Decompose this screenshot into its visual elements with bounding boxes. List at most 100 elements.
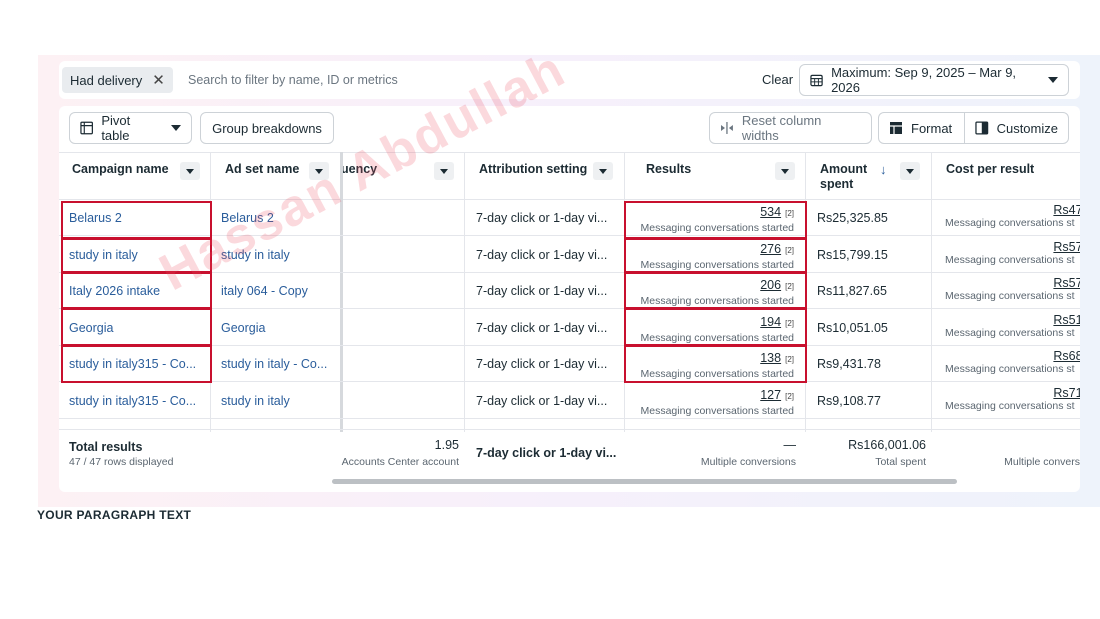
adset-name-link[interactable]: Belarus 2 bbox=[211, 200, 339, 236]
campaign-name-link[interactable]: study in italy315 - Co... bbox=[59, 383, 209, 419]
search-input[interactable] bbox=[188, 69, 608, 91]
cost-per-result-value[interactable]: Rs57.4 bbox=[945, 276, 1080, 290]
highlight-box bbox=[624, 308, 807, 346]
chevron-down-icon bbox=[171, 125, 181, 131]
column-header-results[interactable]: Results bbox=[636, 153, 796, 201]
results-footnote: [2] bbox=[785, 391, 794, 401]
amount-spent: Rs15,799.15 bbox=[817, 247, 888, 262]
format-button[interactable]: Format bbox=[878, 112, 965, 144]
column-header-frequency[interactable]: uency bbox=[331, 153, 461, 201]
adset-name-link[interactable]: study in italy - Co... bbox=[211, 346, 339, 382]
pivot-table-label: Pivot table bbox=[101, 113, 131, 143]
table-row[interactable]: Italy 2026 intake italy 064 - Copy 7-day c… bbox=[59, 273, 1080, 309]
customize-label: Customize bbox=[996, 120, 1058, 136]
highlight-box bbox=[61, 201, 212, 239]
chevron-down-icon[interactable] bbox=[900, 162, 920, 180]
table-row[interactable]: Belarus 2 Belarus 2 7-day click or 1-day v… bbox=[59, 200, 1080, 236]
adset-name-link[interactable]: italy 064 - Copy bbox=[211, 273, 339, 309]
chevron-down-icon[interactable] bbox=[309, 162, 329, 180]
column-header-label: Cost per result bbox=[946, 162, 1035, 176]
column-header-campaign[interactable]: Campaign name bbox=[62, 153, 210, 201]
highlight-box bbox=[624, 201, 807, 239]
column-header-adset[interactable]: Ad set name bbox=[215, 153, 335, 201]
customize-button[interactable]: Customize bbox=[964, 112, 1069, 144]
amount-spent: Rs11,827.65 bbox=[817, 284, 887, 298]
highlight-box bbox=[624, 345, 807, 383]
column-header-label: Campaign name bbox=[72, 162, 169, 176]
report-table-card: Pivot table Group breakdowns Reset colum… bbox=[59, 106, 1080, 492]
total-frequency-sub: Accounts Center account bbox=[341, 456, 459, 468]
cost-per-result-cell: Rs71.7Messaging conversations st bbox=[945, 386, 1080, 412]
attribution-setting: 7-day click or 1-day vi... bbox=[476, 211, 608, 225]
chevron-down-icon[interactable] bbox=[180, 162, 200, 180]
filter-bar: Had delivery ✕ Clear Maximum: Sep 9, 202… bbox=[59, 61, 1080, 99]
column-header-cost-per-result[interactable]: Cost per result bbox=[936, 153, 1080, 201]
chevron-down-icon bbox=[1048, 77, 1058, 83]
calendar-icon bbox=[810, 74, 823, 87]
chevron-down-icon[interactable] bbox=[593, 162, 613, 180]
close-icon[interactable]: ✕ bbox=[152, 71, 165, 89]
adset-name-link[interactable]: study in italy bbox=[211, 383, 339, 419]
pivot-table-button[interactable]: Pivot table bbox=[69, 112, 192, 144]
table-header: Campaign name Ad set name uency Attribut… bbox=[59, 152, 1080, 200]
total-cpr-sub: Multiple convers bbox=[1004, 456, 1080, 468]
table-row[interactable]: study in italy study in italy 7-day click … bbox=[59, 237, 1080, 273]
amount-spent: Rs9,108.77 bbox=[817, 393, 881, 408]
sort-descending-icon[interactable]: ↓ bbox=[880, 162, 887, 177]
cost-per-result-cell: Rs57.2Messaging conversations st bbox=[945, 240, 1080, 266]
total-amount-spent: Rs166,001.06 bbox=[848, 438, 926, 452]
horizontal-scrollbar[interactable] bbox=[332, 479, 957, 484]
date-range-picker[interactable]: Maximum: Sep 9, 2025 – Mar 9, 2026 bbox=[799, 64, 1069, 96]
results-cell: 127 [2] Messaging conversations started bbox=[636, 386, 795, 417]
results-value[interactable]: 127 bbox=[760, 388, 781, 402]
attribution-setting: 7-day click or 1-day vi... bbox=[476, 393, 608, 408]
column-header-label: uency bbox=[341, 162, 378, 176]
amount-spent: Rs9,431.78 bbox=[817, 357, 881, 371]
table-row[interactable]: study in italy315 - Co... study in italy 7… bbox=[59, 383, 1080, 419]
total-results: — bbox=[783, 438, 797, 452]
adset-name-link[interactable]: study in italy bbox=[211, 237, 339, 273]
total-attribution: 7-day click or 1-day vi... bbox=[476, 446, 617, 460]
amount-spent: Rs10,051.05 bbox=[817, 320, 888, 335]
columns-icon bbox=[975, 121, 989, 135]
chevron-down-icon[interactable] bbox=[434, 162, 454, 180]
total-spent-label: Total spent bbox=[875, 456, 926, 468]
clear-button[interactable]: Clear bbox=[762, 72, 793, 87]
results-type: Messaging conversations started bbox=[640, 404, 795, 417]
amount-spent: Rs25,325.85 bbox=[817, 211, 888, 225]
cost-per-result-type: Messaging conversations st bbox=[945, 399, 1075, 412]
column-header-attribution[interactable]: Attribution setting bbox=[469, 153, 619, 201]
cost-per-result-type: Messaging conversations st bbox=[945, 217, 1075, 229]
cost-per-result-value[interactable]: Rs51.8 bbox=[945, 313, 1080, 327]
highlight-box bbox=[61, 345, 212, 383]
cost-per-result-value[interactable]: Rs68.3 bbox=[945, 349, 1080, 363]
pivot-icon bbox=[80, 121, 93, 135]
cost-per-result-type: Messaging conversations st bbox=[945, 290, 1075, 302]
cost-per-result-value[interactable]: Rs47.4 bbox=[945, 203, 1080, 217]
chevron-down-icon[interactable] bbox=[775, 162, 795, 180]
highlight-box bbox=[61, 272, 212, 309]
filter-chip[interactable]: Had delivery ✕ bbox=[62, 67, 173, 93]
cost-per-result-type: Messaging conversations st bbox=[945, 253, 1075, 266]
column-header-amount-spent[interactable]: Amount spent ↓ bbox=[810, 153, 930, 201]
highlight-box bbox=[624, 272, 807, 309]
total-frequency: 1.95 bbox=[434, 438, 459, 452]
highlight-box bbox=[61, 308, 212, 346]
table-row[interactable]: study in italy315 - Co... study in italy … bbox=[59, 346, 1080, 382]
cost-per-result-type: Messaging conversations st bbox=[945, 363, 1075, 375]
highlight-box bbox=[624, 238, 807, 273]
cost-per-result-cell: Rs47.4Messaging conversations st bbox=[945, 203, 1080, 229]
cost-per-result-value[interactable]: Rs57.2 bbox=[945, 240, 1080, 254]
cost-per-result-value[interactable]: Rs71.7 bbox=[945, 386, 1080, 400]
reset-column-widths-label: Reset column widths bbox=[741, 113, 822, 143]
total-results-sub: Multiple conversions bbox=[700, 456, 796, 468]
cost-per-result-cell: Rs68.3Messaging conversations st bbox=[945, 349, 1080, 375]
table-row[interactable]: Georgia Georgia 7-day click or 1-day vi...… bbox=[59, 310, 1080, 346]
highlight-box bbox=[61, 238, 212, 273]
attribution-setting: 7-day click or 1-day vi... bbox=[476, 247, 608, 262]
group-breakdowns-label: Group breakdowns bbox=[212, 120, 322, 136]
group-breakdowns-button[interactable]: Group breakdowns bbox=[200, 112, 334, 144]
column-header-label: Results bbox=[646, 162, 692, 176]
adset-name-link[interactable]: Georgia bbox=[211, 310, 339, 346]
reset-column-widths-button[interactable]: Reset column widths bbox=[709, 112, 872, 144]
